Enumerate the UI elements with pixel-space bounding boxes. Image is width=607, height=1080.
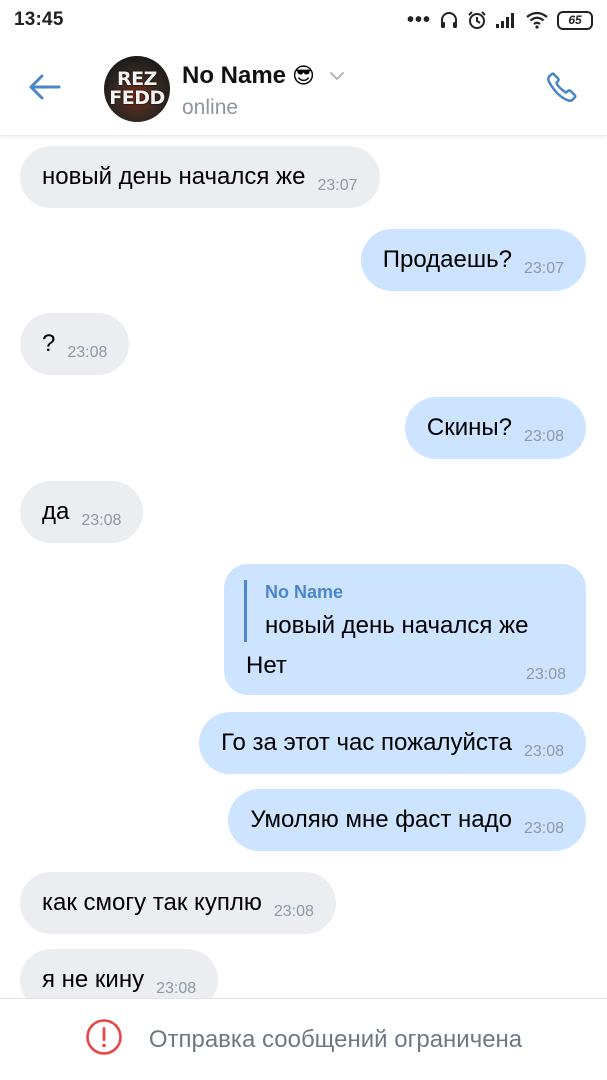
message-time: 23:08	[81, 512, 122, 529]
message-text: Умоляю мне фаст надо	[250, 806, 512, 833]
headphones-icon	[439, 10, 459, 30]
message-outgoing[interactable]: Скины? 23:08	[404, 397, 586, 459]
message-outgoing[interactable]: Умоляю мне фаст надо 23:08	[228, 789, 586, 851]
contact-status: online	[182, 96, 239, 119]
signal-icon	[495, 11, 517, 29]
arrow-left-icon	[28, 73, 62, 106]
message-text: Скины?	[426, 414, 512, 441]
message-text: да	[42, 498, 70, 525]
message-incoming[interactable]: да 23:08	[20, 481, 144, 543]
status-icons: ••• 65	[407, 10, 593, 30]
message-incoming[interactable]: я не кину 23:08	[20, 949, 219, 998]
message-time: 23:07	[523, 260, 564, 277]
avatar-logo-text: REZ FEDD	[109, 68, 165, 109]
restriction-banner: Отправка сообщений ограничена	[0, 998, 607, 1080]
message-text: Го за этот час пожалуйста	[221, 729, 512, 756]
chevron-down-icon	[329, 71, 345, 81]
sunglasses-emoji-icon: 😎	[292, 63, 315, 88]
message-text: как смогу так куплю	[42, 889, 262, 916]
message-time: 23:08	[523, 743, 564, 760]
battery-icon: 65	[557, 10, 593, 30]
message-incoming[interactable]: ? 23:08	[20, 313, 130, 375]
chat-header: REZ FEDD No Name 😎 online	[0, 40, 607, 136]
call-button[interactable]	[539, 66, 585, 112]
warning-circle-icon	[85, 1018, 123, 1061]
message-time: 23:08	[525, 666, 566, 683]
message-time: 23:08	[273, 903, 314, 920]
phone-icon	[544, 69, 580, 110]
quoted-text: новый день начался же	[265, 612, 529, 639]
contact-name-row[interactable]: No Name 😎	[182, 62, 345, 90]
restriction-text: Отправка сообщений ограничена	[148, 1025, 523, 1053]
more-dots-icon: •••	[406, 9, 431, 31]
message-list[interactable]: новый день начался же 23:07 Продаешь? 23…	[0, 136, 607, 998]
message-text: ?	[42, 330, 56, 357]
avatar[interactable]: REZ FEDD	[104, 56, 170, 122]
message-text: новый день начался же	[42, 163, 306, 190]
back-button[interactable]	[22, 66, 68, 112]
message-outgoing-reply[interactable]: No Name новый день начался же Нет 23:08	[224, 564, 586, 695]
message-text: Нет	[246, 652, 287, 679]
message-time: 23:08	[523, 820, 564, 837]
message-incoming[interactable]: как смогу так куплю 23:08	[20, 872, 336, 934]
status-time: 13:45	[14, 9, 64, 30]
message-time: 23:08	[67, 344, 108, 361]
quoted-author: No Name	[265, 582, 344, 602]
message-time: 23:08	[523, 428, 564, 445]
chat-screen: 13:45 ••• 65 REZ FEDD No Name 😎 online н…	[0, 0, 607, 1080]
message-time: 23:07	[317, 177, 358, 194]
message-text: Продаешь?	[382, 246, 512, 273]
message-outgoing[interactable]: Го за этот час пожалуйста 23:08	[199, 712, 586, 774]
wifi-icon	[525, 11, 549, 29]
contact-name: No Name	[182, 62, 287, 89]
message-text: я не кину	[42, 966, 145, 993]
message-incoming[interactable]: новый день начался же 23:07	[20, 146, 380, 208]
message-time: 23:08	[156, 980, 197, 997]
quoted-message[interactable]: No Name новый день начался же	[244, 580, 528, 642]
status-bar: 13:45 ••• 65	[0, 0, 607, 40]
alarm-icon	[467, 10, 487, 30]
message-outgoing[interactable]: Продаешь? 23:07	[360, 229, 586, 291]
